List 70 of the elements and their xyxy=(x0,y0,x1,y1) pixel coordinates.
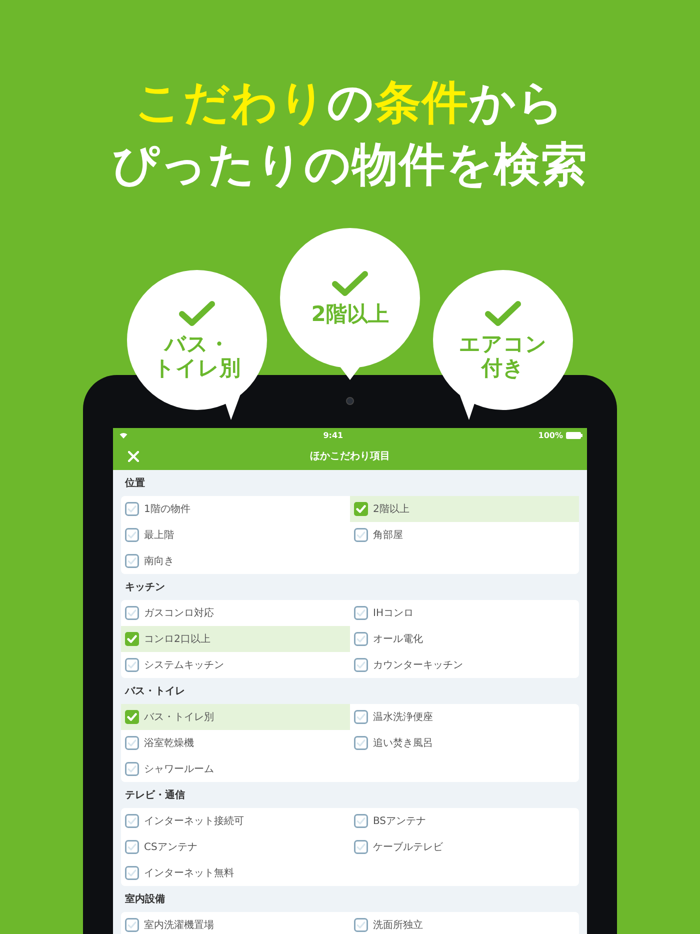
checkbox-icon xyxy=(354,710,368,724)
checkbox-icon xyxy=(354,814,368,828)
checkbox-icon xyxy=(125,554,139,568)
option-item[interactable]: 室内洗濯機置場 xyxy=(121,912,350,934)
checkbox-icon xyxy=(125,866,139,880)
headline-text: こだわり xyxy=(135,74,327,131)
headline-text: から xyxy=(469,74,565,131)
option-item[interactable]: バス・トイレ別 xyxy=(121,704,350,730)
checked-checkbox-icon xyxy=(125,632,139,646)
option-item[interactable]: CSアンテナ xyxy=(121,834,350,860)
check-icon xyxy=(178,300,216,328)
bubble-text: バス・ xyxy=(164,332,230,356)
camera-icon xyxy=(346,397,354,405)
option-item[interactable]: ガスコンロ対応 xyxy=(121,600,350,626)
option-item[interactable]: シャワールーム xyxy=(121,756,350,782)
option-item[interactable]: インターネット接続可 xyxy=(121,808,350,834)
checkbox-icon xyxy=(125,814,139,828)
checkbox-icon xyxy=(125,528,139,542)
checkbox-icon xyxy=(354,658,368,672)
checkbox-icon xyxy=(354,736,368,750)
check-icon xyxy=(484,300,522,328)
section-heading: キッチン xyxy=(124,581,166,595)
section-heading: テレビ・通信 xyxy=(124,788,186,803)
option-item[interactable]: 洗面所独立 xyxy=(350,912,579,934)
headline-text: ぴったりの物件を検索 xyxy=(112,136,588,193)
option-item[interactable]: 浴室乾燥機 xyxy=(121,730,350,756)
section-heading: 室内設備 xyxy=(124,892,166,907)
section-heading: 位置 xyxy=(124,476,146,491)
option-item[interactable]: BSアンテナ xyxy=(350,808,579,834)
option-item[interactable]: 温水洗浄便座 xyxy=(350,704,579,730)
checkbox-icon xyxy=(125,606,139,620)
option-item[interactable]: 1階の物件 xyxy=(121,496,350,522)
screen-title: ほかこだわり項目 xyxy=(310,450,390,463)
option-item[interactable]: IHコンロ xyxy=(350,600,579,626)
checked-checkbox-icon xyxy=(354,502,368,516)
option-item[interactable]: カウンターキッチン xyxy=(350,652,579,678)
option-item[interactable]: オール電化 xyxy=(350,626,579,652)
battery-icon xyxy=(566,432,583,438)
option-item[interactable]: 最上階 xyxy=(121,522,350,548)
close-button[interactable] xyxy=(127,450,140,463)
section-heading: バス・トイレ xyxy=(124,685,186,699)
option-item[interactable]: コンロ2口以上 xyxy=(121,626,350,652)
headline-text: 条件 xyxy=(375,74,469,131)
option-item[interactable]: 2階以上 xyxy=(350,496,579,522)
checkbox-icon xyxy=(354,606,368,620)
bubble-text: 付き xyxy=(482,356,524,380)
status-time: 9:41 xyxy=(323,430,344,440)
bubble-text: トイレ別 xyxy=(154,356,240,380)
checked-checkbox-icon xyxy=(125,710,139,724)
option-item[interactable]: システムキッチン xyxy=(121,652,350,678)
option-item[interactable]: ケーブルテレビ xyxy=(350,834,579,860)
close-icon xyxy=(128,451,139,462)
checkbox-icon xyxy=(125,736,139,750)
checkbox-icon xyxy=(125,658,139,672)
option-item[interactable]: 角部屋 xyxy=(350,522,579,548)
checkbox-icon xyxy=(125,840,139,854)
option-item[interactable]: インターネット無料 xyxy=(121,860,350,886)
checkbox-icon xyxy=(354,528,368,542)
bubble-text: エアコン xyxy=(459,332,547,356)
option-item[interactable]: 南向き xyxy=(121,548,350,574)
bubble-text: 2階以上 xyxy=(311,302,389,326)
headline-text: の xyxy=(327,74,375,131)
check-icon xyxy=(331,270,369,298)
checkbox-icon xyxy=(354,632,368,646)
checkbox-icon xyxy=(125,762,139,776)
checkbox-icon xyxy=(125,502,139,516)
checkbox-icon xyxy=(354,840,368,854)
battery-text: 100% xyxy=(538,430,563,440)
wifi-icon xyxy=(119,432,128,438)
option-item[interactable]: 追い焚き風呂 xyxy=(350,730,579,756)
